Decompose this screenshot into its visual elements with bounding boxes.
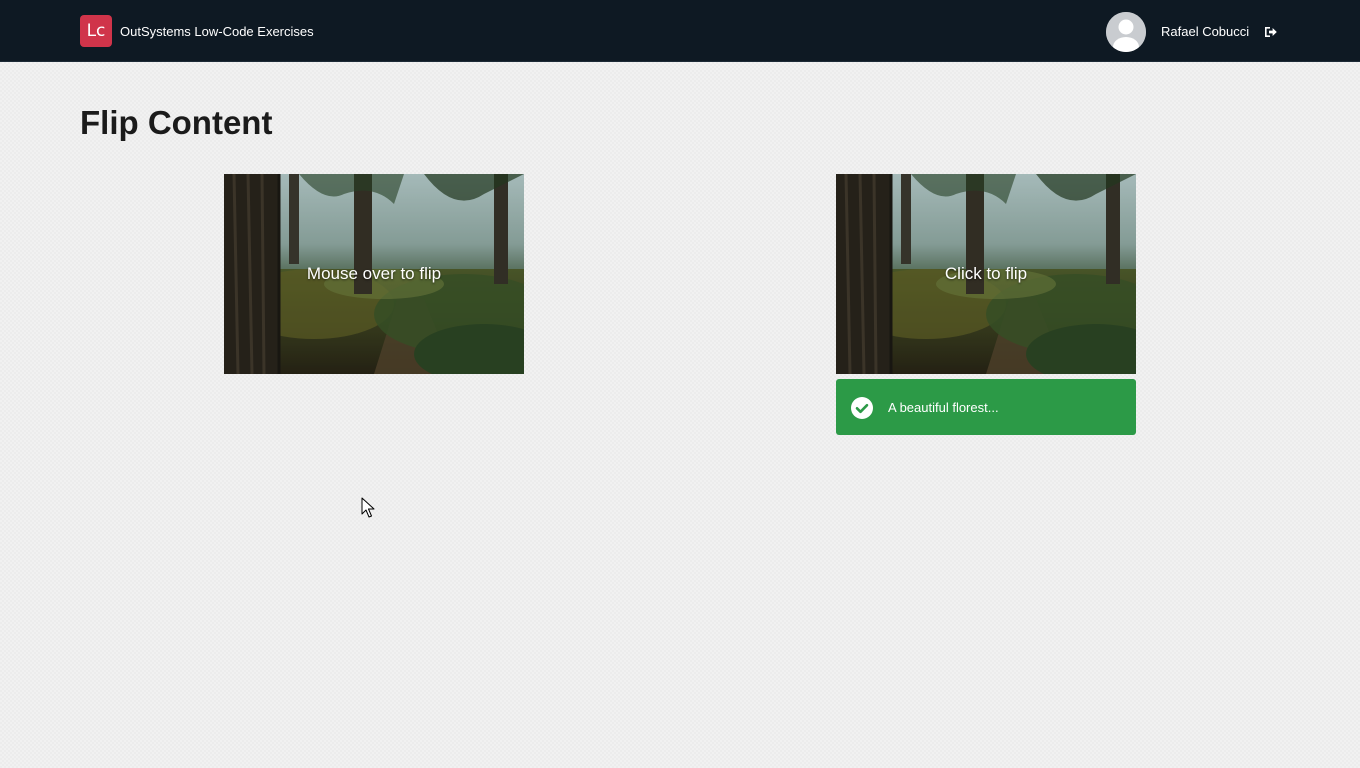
check-circle-icon [851, 397, 873, 419]
success-alert: A beautiful florest... [836, 379, 1136, 435]
flip-card-click[interactable]: Click to flip [836, 174, 1136, 374]
alert-message: A beautiful florest... [888, 400, 999, 415]
page-title: Flip Content [80, 104, 273, 141]
flip-card-hover[interactable]: Mouse over to flip [224, 174, 524, 374]
mouse-pointer-icon [361, 497, 375, 518]
flip-card-caption: Mouse over to flip [306, 264, 442, 283]
user-name[interactable]: Rafael Cobucci [1161, 24, 1249, 39]
app-title[interactable]: OutSystems Low-Code Exercises [120, 24, 314, 39]
user-avatar-icon[interactable] [1106, 12, 1146, 52]
app-header: Lc OutSystems Low-Code Exercises Rafael … [0, 0, 1360, 62]
app-logo[interactable]: Lc [80, 15, 112, 47]
sign-out-icon[interactable] [1264, 25, 1278, 39]
flip-card-caption: Click to flip [944, 264, 1028, 283]
